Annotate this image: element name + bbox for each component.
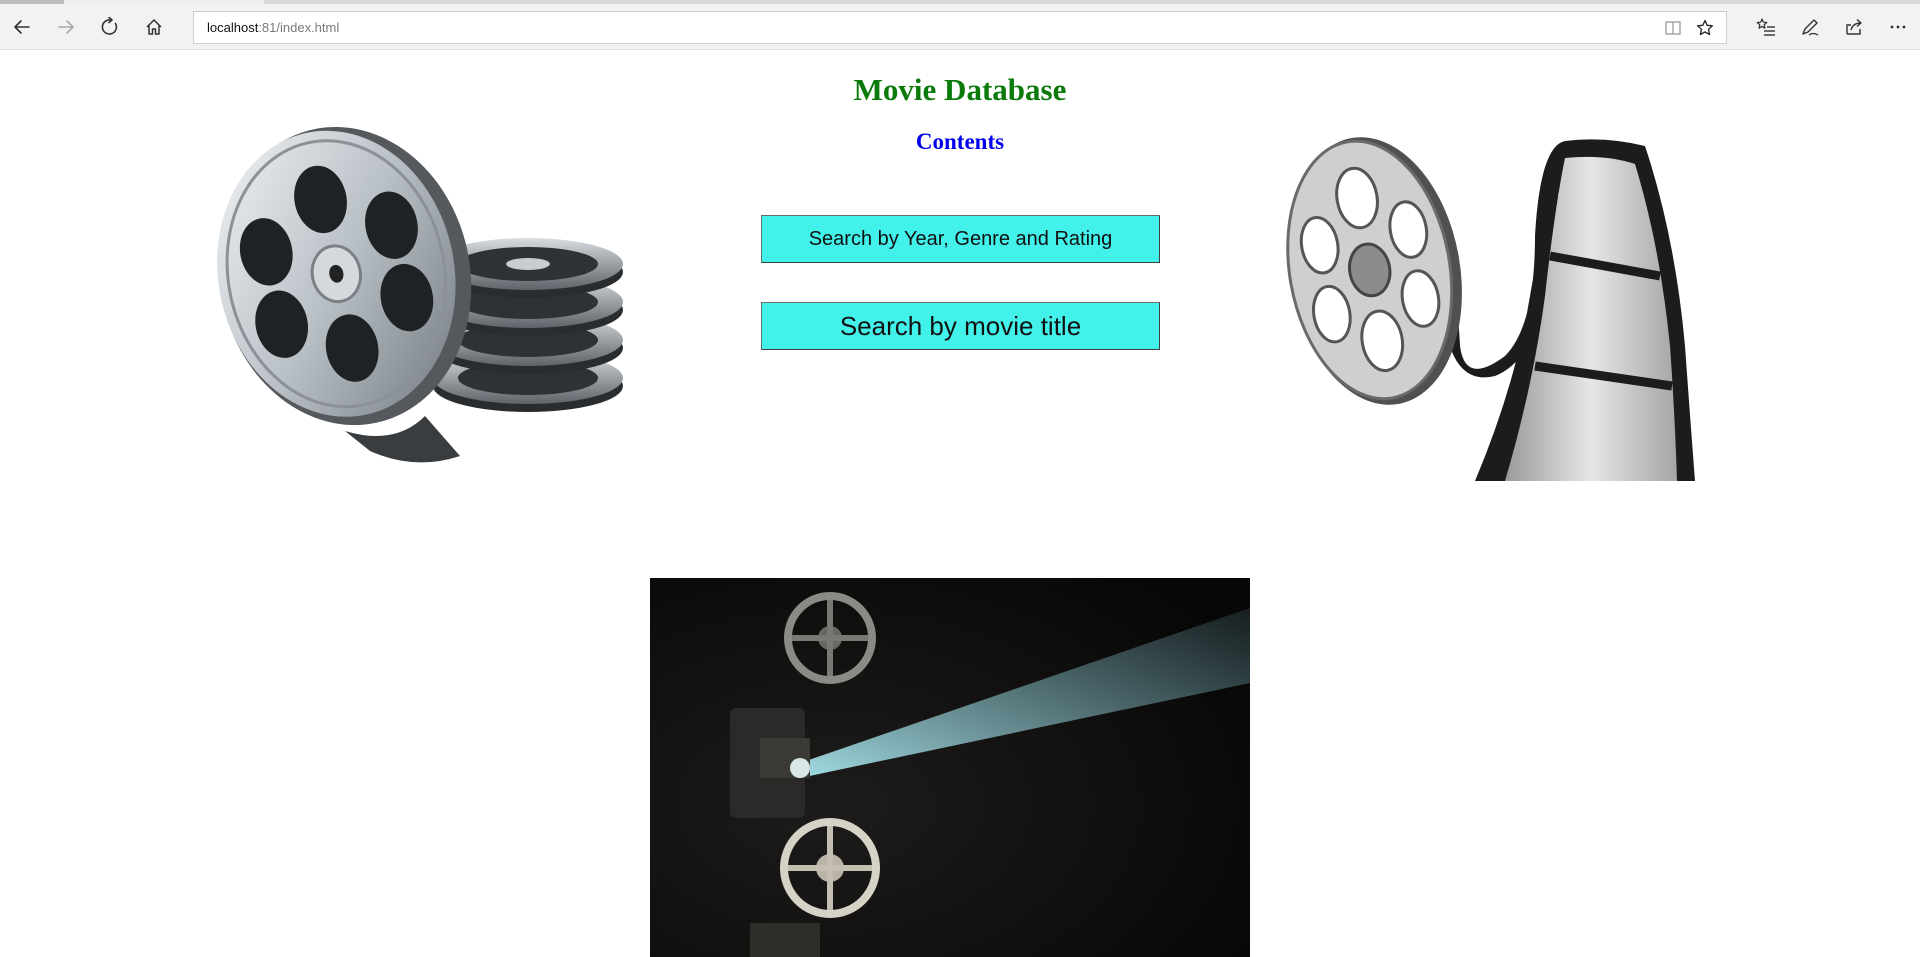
share-icon[interactable] bbox=[1838, 11, 1870, 43]
forward-arrow-icon[interactable] bbox=[50, 11, 82, 43]
search-movie-title-button[interactable]: Search by movie title bbox=[761, 302, 1160, 350]
home-icon[interactable] bbox=[138, 11, 170, 43]
address-bar[interactable]: localhost:81/index.html bbox=[193, 11, 1727, 44]
star-icon[interactable] bbox=[1694, 17, 1716, 39]
address-host: localhost bbox=[207, 20, 259, 35]
more-icon[interactable] bbox=[1882, 11, 1914, 43]
address-url[interactable]: localhost:81/index.html bbox=[207, 12, 339, 43]
pen-icon[interactable] bbox=[1794, 11, 1826, 43]
favorites-list-icon[interactable] bbox=[1750, 11, 1782, 43]
browser-toolbar: localhost:81/index.html bbox=[0, 4, 1920, 50]
back-arrow-icon[interactable] bbox=[6, 11, 38, 43]
film-reel-strip-image bbox=[1265, 86, 1725, 486]
refresh-icon[interactable] bbox=[94, 11, 126, 43]
film-projector-image bbox=[650, 578, 1250, 957]
page-content: Movie Database Contents Search by Year, … bbox=[0, 51, 1920, 957]
film-reels-stack-image bbox=[195, 86, 635, 466]
address-path: :81/index.html bbox=[258, 20, 340, 35]
reading-view-icon[interactable] bbox=[1662, 17, 1684, 39]
search-year-genre-rating-button[interactable]: Search by Year, Genre and Rating bbox=[761, 215, 1160, 263]
